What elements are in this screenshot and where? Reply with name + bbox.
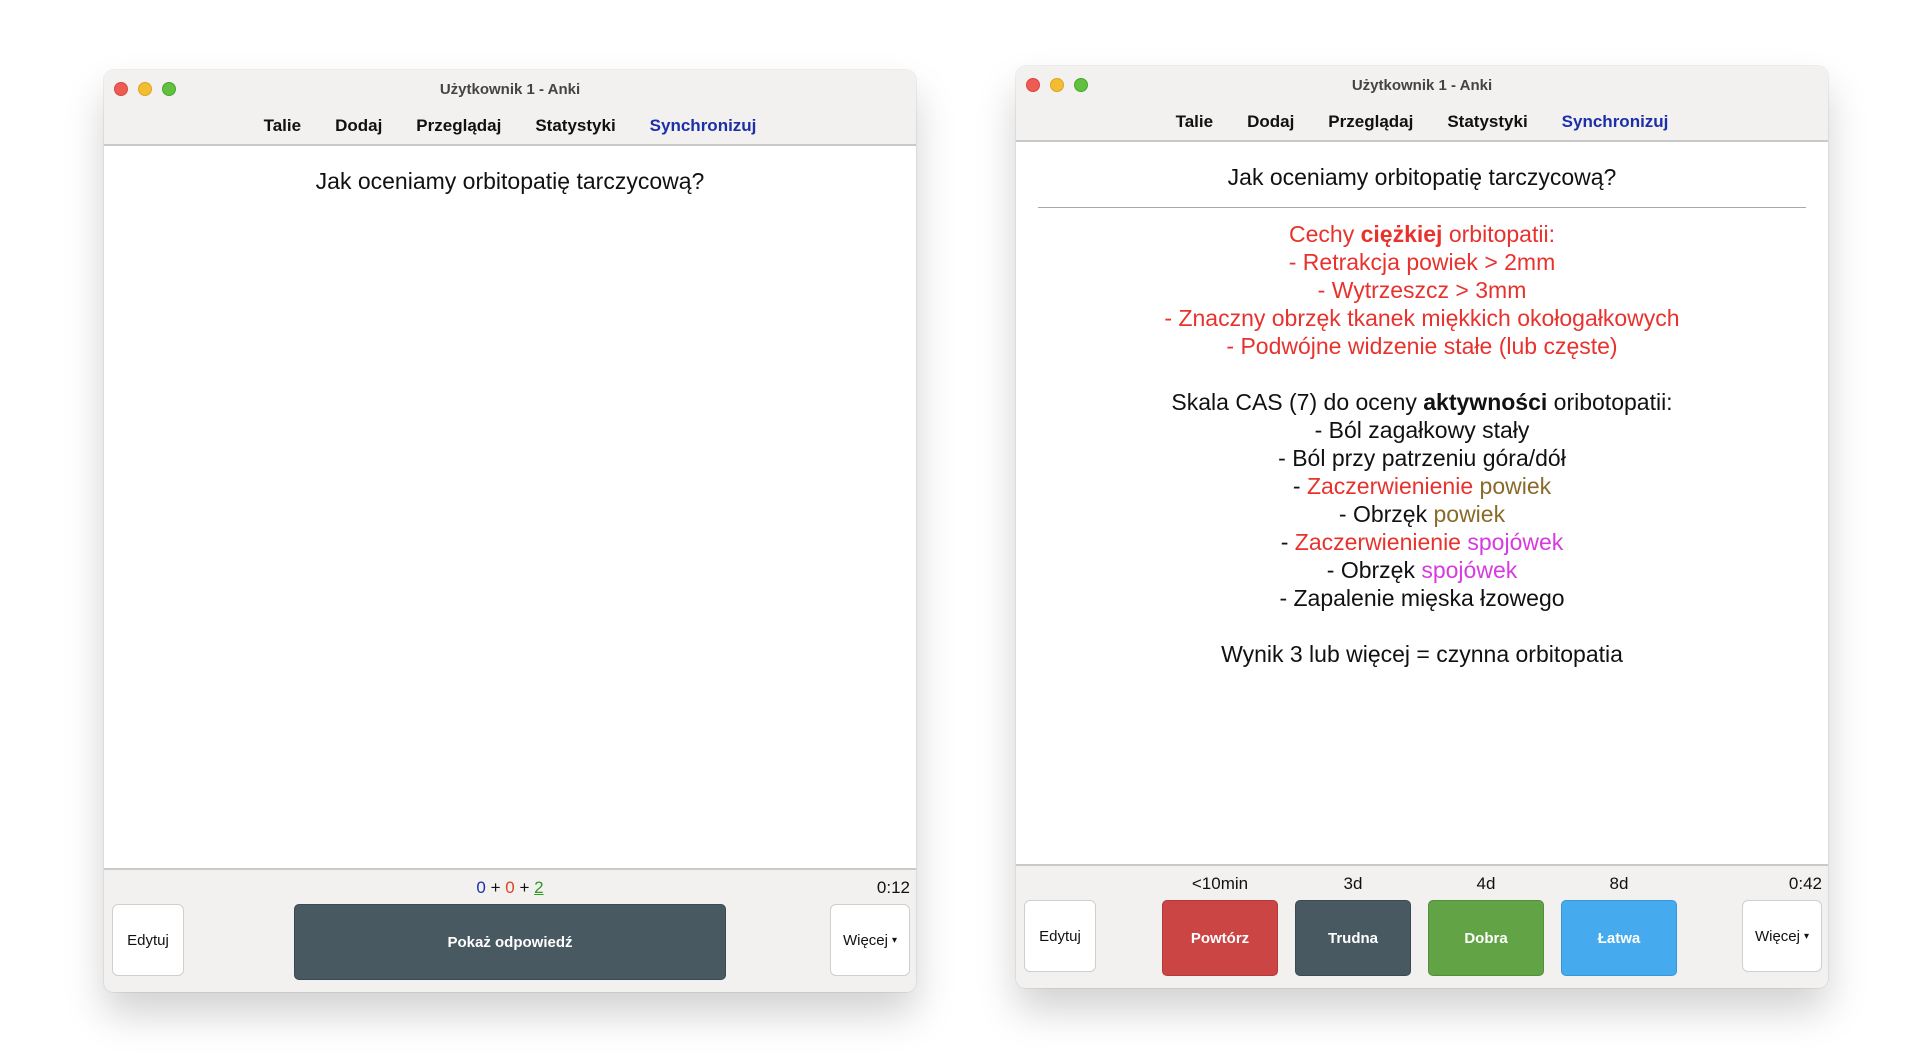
card-question: Jak oceniamy orbitopatię tarczycową?: [315, 168, 705, 194]
cas-item-red-part: Zaczerwienienie: [1294, 529, 1461, 555]
again-interval: <10min: [1191, 874, 1249, 893]
cas-item-brown-part: powiek: [1433, 501, 1506, 527]
cas-heading: Skala CAS (7) do oceny aktywności oribot…: [1016, 388, 1828, 416]
title-bar: Użytkownik 1 - Anki: [104, 70, 916, 108]
review-bottom-bar: 0 + 0 + 2 0:12 Edytuj Pokaż odpowiedź Wi…: [104, 868, 916, 992]
cas-item-dash: -: [1292, 473, 1307, 499]
more-label: Więcej: [842, 931, 888, 949]
review-bottom-bar: 0:42 Edytuj <10min Powtórz 3d Trudna 4d …: [1016, 864, 1828, 988]
severe-item: - Podwójne widzenie stałe (lub częste): [1226, 333, 1618, 359]
title-bar: Użytkownik 1 - Anki: [1016, 66, 1828, 104]
card-question: Jak oceniamy orbitopatię tarczycową?: [1227, 164, 1617, 190]
good-button[interactable]: Dobra: [1428, 900, 1544, 976]
menu-stats[interactable]: Statystyki: [535, 116, 615, 136]
hard-button[interactable]: Trudna: [1295, 900, 1411, 976]
cas-heading-bold: aktywności: [1423, 389, 1548, 415]
show-answer-button[interactable]: Pokaż odpowiedź: [294, 904, 726, 980]
menu-decks[interactable]: Talie: [1176, 112, 1213, 132]
easy-interval: 8d: [1609, 874, 1629, 893]
cas-item-text: - Obrzęk: [1326, 557, 1422, 583]
severe-heading-post: orbitopatii:: [1442, 221, 1555, 247]
cas-heading-post: oribotopatii:: [1547, 389, 1673, 415]
menu-sync[interactable]: Synchronizuj: [650, 116, 757, 136]
cas-item: - Obrzęk spojówek: [1016, 556, 1828, 584]
review-count: 2: [534, 878, 544, 897]
again-button[interactable]: Powtórz: [1162, 900, 1278, 976]
close-window-button[interactable]: [114, 82, 128, 96]
menu-sync[interactable]: Synchronizuj: [1562, 112, 1669, 132]
cas-item: - Obrzęk powiek: [1016, 500, 1828, 528]
learning-count: 0: [505, 878, 515, 897]
anki-window-question: Użytkownik 1 - Anki Talie Dodaj Przegląd…: [104, 70, 916, 992]
severe-heading-pre: Cechy: [1289, 221, 1361, 247]
cas-item: - Zaczerwienienie powiek: [1016, 472, 1828, 500]
easy-button[interactable]: Łatwa: [1561, 900, 1677, 976]
severe-item: - Retrakcja powiek > 2mm: [1288, 249, 1556, 275]
window-title: Użytkownik 1 - Anki: [1351, 76, 1493, 94]
more-button[interactable]: Więcej ▾: [830, 904, 910, 976]
minimize-window-button[interactable]: [1050, 78, 1064, 92]
cas-item: - Ból zagałkowy stały: [1314, 417, 1530, 443]
menu-browse[interactable]: Przeglądaj: [1328, 112, 1413, 132]
good-interval: 4d: [1476, 874, 1496, 893]
hard-interval: 3d: [1343, 874, 1363, 893]
new-count: 0: [476, 878, 486, 897]
count-plus: +: [519, 878, 530, 897]
severe-item: - Wytrzeszcz > 3mm: [1317, 277, 1527, 303]
menu-stats[interactable]: Statystyki: [1447, 112, 1527, 132]
more-label: Więcej: [1754, 927, 1800, 945]
edit-button[interactable]: Edytuj: [112, 904, 184, 976]
cas-item-pink-part: spojówek: [1421, 557, 1518, 583]
due-counts: 0 + 0 + 2: [104, 878, 916, 898]
chevron-down-icon: ▾: [891, 934, 898, 946]
zoom-window-button[interactable]: [162, 82, 176, 96]
severe-item: - Znaczny obrzęk tkanek miękkich okołoga…: [1164, 305, 1680, 331]
cas-item-brown-part: powiek: [1473, 473, 1552, 499]
zoom-window-button[interactable]: [1074, 78, 1088, 92]
count-plus: +: [490, 878, 501, 897]
severe-heading-bold: ciężkiej: [1360, 221, 1443, 247]
menu-decks[interactable]: Talie: [264, 116, 301, 136]
cas-item-red-part: Zaczerwienienie: [1306, 473, 1474, 499]
window-controls: [114, 82, 176, 96]
minimize-window-button[interactable]: [138, 82, 152, 96]
menu-add[interactable]: Dodaj: [1247, 112, 1294, 132]
window-controls: [1026, 78, 1088, 92]
toolbar: Talie Dodaj Przeglądaj Statystyki Synchr…: [104, 108, 916, 146]
close-window-button[interactable]: [1026, 78, 1040, 92]
answer-divider: [1038, 207, 1806, 208]
card-content: Jak oceniamy orbitopatię tarczycową?: [104, 146, 916, 870]
cas-item-pink-part: spojówek: [1460, 529, 1564, 555]
card-timer: 0:42: [1788, 874, 1822, 893]
card-content: Jak oceniamy orbitopatię tarczycową? Cec…: [1016, 142, 1828, 866]
cas-item-text: - Obrzęk: [1338, 501, 1434, 527]
menu-add[interactable]: Dodaj: [335, 116, 382, 136]
edit-button[interactable]: Edytuj: [1024, 900, 1096, 972]
result-line: Wynik 3 lub więcej = czynna orbitopatia: [1221, 641, 1623, 667]
cas-heading-pre: Skala CAS (7) do oceny: [1171, 389, 1424, 415]
card-answer: Cechy ciężkiej orbitopatii: - Retrakcja …: [1016, 220, 1828, 668]
cas-item-dash: -: [1280, 529, 1295, 555]
window-title: Użytkownik 1 - Anki: [439, 80, 581, 98]
cas-item: - Zaczerwienienie spojówek: [1016, 528, 1828, 556]
chevron-down-icon: ▾: [1803, 930, 1810, 942]
anki-window-answer: Użytkownik 1 - Anki Talie Dodaj Przegląd…: [1016, 66, 1828, 988]
severe-heading: Cechy ciężkiej orbitopatii:: [1016, 220, 1828, 248]
cas-item: - Ból przy patrzeniu góra/dół: [1278, 445, 1566, 471]
toolbar: Talie Dodaj Przeglądaj Statystyki Synchr…: [1016, 104, 1828, 142]
cas-item: - Zapalenie mięska łzowego: [1279, 585, 1565, 611]
card-timer: 0:12: [876, 878, 910, 897]
menu-browse[interactable]: Przeglądaj: [416, 116, 501, 136]
more-button[interactable]: Więcej ▾: [1742, 900, 1822, 972]
